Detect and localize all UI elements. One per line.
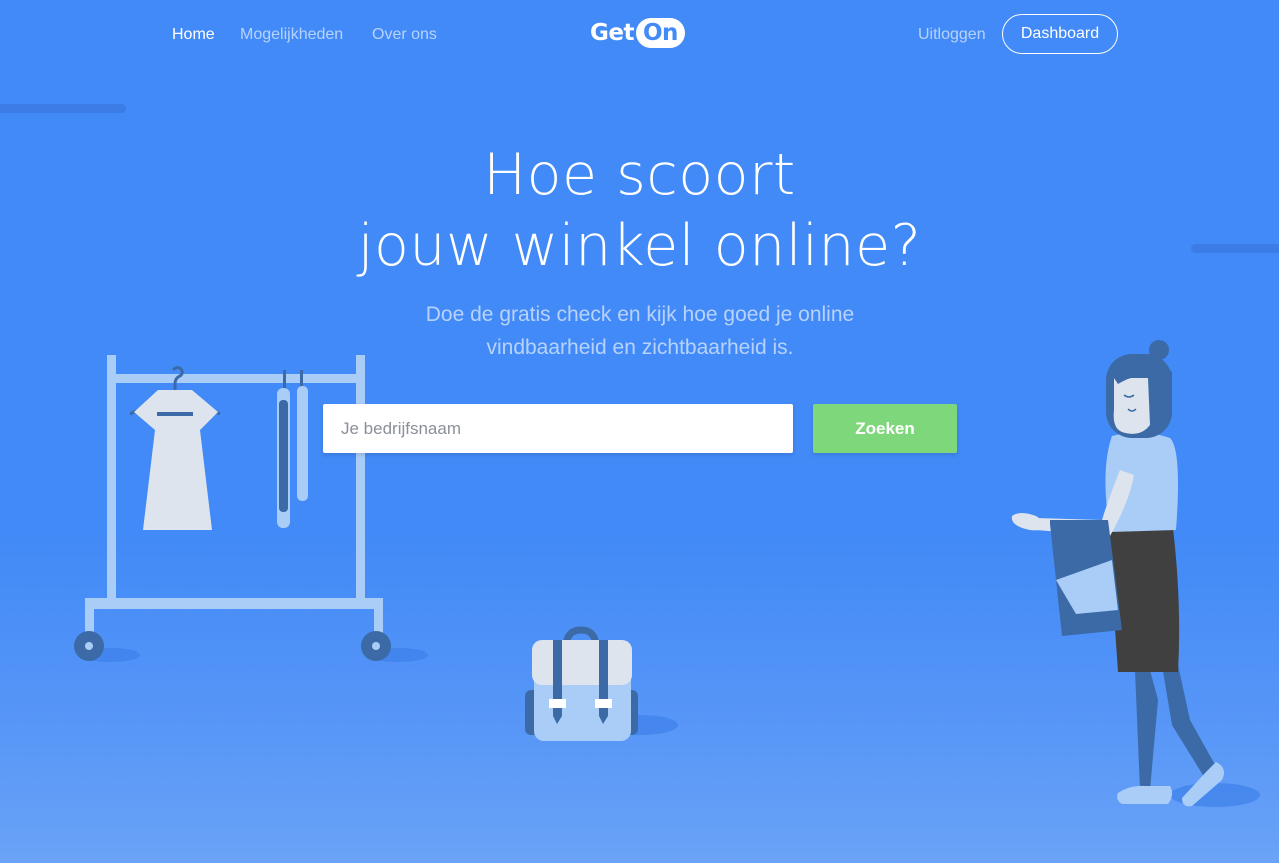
woman-illustration bbox=[1011, 340, 1260, 807]
clothing-rack-illustration bbox=[74, 355, 428, 662]
search-button[interactable]: Zoeken bbox=[813, 404, 957, 453]
backpack-illustration bbox=[525, 626, 678, 741]
business-name-search-input[interactable] bbox=[323, 404, 793, 453]
